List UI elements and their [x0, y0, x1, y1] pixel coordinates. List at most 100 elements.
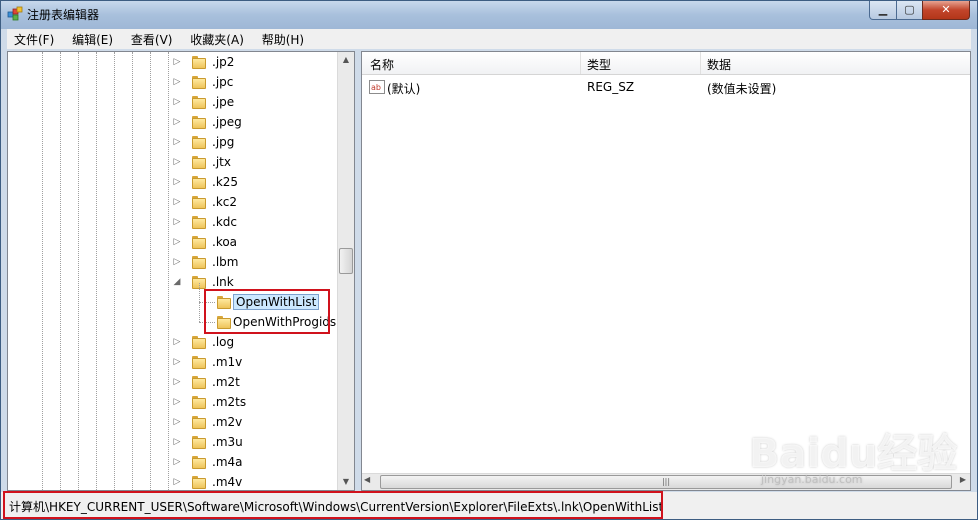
tree-item-label: .m4a	[212, 455, 243, 469]
tree-item[interactable]: ▷ .m2v	[8, 413, 342, 433]
folder-icon	[192, 216, 206, 229]
tree-item-label: .jpeg	[212, 115, 242, 129]
expand-arrow-icon[interactable]: ▷	[172, 77, 182, 87]
tree-item[interactable]: ▷ .jpe	[8, 93, 342, 113]
tree-scroll-thumb[interactable]	[339, 248, 353, 274]
tree-item[interactable]: ▷ .lbm	[8, 253, 342, 273]
tree-item[interactable]: ▷ .m4v	[8, 473, 342, 490]
expand-arrow-icon[interactable]: ▷	[172, 157, 182, 167]
tree-item[interactable]: ▷ .k25	[8, 173, 342, 193]
tree-item[interactable]: ▷ .log	[8, 333, 342, 353]
watermark: Baidu经验 jingyan.baidu.com	[749, 421, 957, 486]
expand-arrow-icon[interactable]: ▷	[172, 217, 182, 227]
string-value-icon-glyph: ab	[371, 83, 381, 92]
highlight-box-subkeys	[204, 289, 330, 334]
tree-item-label: .jpc	[212, 75, 234, 89]
folder-icon	[192, 396, 206, 409]
folder-icon	[192, 136, 206, 149]
title-bar[interactable]: 注册表编辑器 ▁ ▢ ✕	[1, 1, 977, 29]
expand-arrow-icon[interactable]: ▷	[172, 457, 182, 467]
expand-arrow-icon[interactable]: ▷	[172, 417, 182, 427]
tree-item[interactable]: ▷ .koa	[8, 233, 342, 253]
maximize-button[interactable]: ▢	[896, 1, 923, 20]
folder-icon	[192, 56, 206, 69]
tree-item-label: .kc2	[212, 195, 237, 209]
column-divider[interactable]	[580, 52, 581, 74]
folder-icon	[192, 176, 206, 189]
tree-vertical-scrollbar[interactable]: ▲ ▼	[337, 52, 354, 490]
watermark-brand: Baidu经验	[749, 431, 958, 477]
tree-item[interactable]: ▷ .m3u	[8, 433, 342, 453]
folder-icon	[192, 256, 206, 269]
folder-icon	[192, 196, 206, 209]
folder-icon	[192, 416, 206, 429]
menu-bar: 文件(F) 编辑(E) 查看(V) 收藏夹(A) 帮助(H)	[7, 29, 971, 49]
tree-item[interactable]: ▷ .kc2	[8, 193, 342, 213]
expand-arrow-icon[interactable]: ▷	[172, 397, 182, 407]
collapse-arrow-icon[interactable]: ◢	[172, 277, 182, 287]
key-tree-pane[interactable]: ▷ .jp2 ▷ .jpc ▷ .jpe ▷ .jpeg ▷ .jpg ▷ .jtx ▷ .k25 ▷ .kc…	[7, 51, 355, 491]
expand-arrow-icon[interactable]: ▷	[172, 257, 182, 267]
close-button[interactable]: ✕	[922, 1, 970, 20]
regedit-app-icon	[7, 6, 23, 21]
scroll-down-icon[interactable]: ▼	[338, 474, 354, 490]
expand-arrow-icon[interactable]: ▷	[172, 137, 182, 147]
menu-edit[interactable]: 编辑(E)	[65, 29, 120, 49]
expand-arrow-icon[interactable]: ▷	[172, 177, 182, 187]
tree-item-label: .m3u	[212, 435, 243, 449]
expand-arrow-icon[interactable]: ▷	[172, 477, 182, 487]
column-data-header[interactable]: 数据	[707, 56, 731, 73]
column-name-header[interactable]: 名称	[370, 56, 394, 73]
tree-item-label: .m2ts	[212, 395, 247, 409]
tree-connector	[199, 283, 200, 302]
tree-item[interactable]: ▷ .jpc	[8, 73, 342, 93]
folder-icon	[192, 456, 206, 469]
folder-icon	[192, 476, 206, 489]
tree-item[interactable]: ▷ .m1v	[8, 353, 342, 373]
column-type-header[interactable]: 类型	[587, 56, 611, 73]
tree-item[interactable]: ▷ .m2ts	[8, 393, 342, 413]
tree-item-label: .lbm	[212, 255, 239, 269]
scroll-right-icon[interactable]: ▶	[960, 475, 966, 484]
expand-arrow-icon[interactable]: ▷	[172, 57, 182, 67]
folder-icon	[192, 96, 206, 109]
folder-icon	[192, 436, 206, 449]
expand-arrow-icon[interactable]: ▷	[172, 437, 182, 447]
expand-arrow-icon[interactable]: ▷	[172, 97, 182, 107]
tree-item[interactable]: ▷ .jp2	[8, 53, 342, 73]
tree-item-label: .jp2	[212, 55, 235, 69]
close-icon: ✕	[941, 3, 951, 16]
regedit-window: 注册表编辑器 ▁ ▢ ✕ 文件(F) 编辑(E) 查看(V) 收藏夹(A) 帮助…	[0, 0, 978, 520]
expand-arrow-icon[interactable]: ▷	[172, 197, 182, 207]
expand-arrow-icon[interactable]: ▷	[172, 337, 182, 347]
tree-item[interactable]: ▷ .jtx	[8, 153, 342, 173]
menu-help[interactable]: 帮助(H)	[255, 29, 311, 49]
tree-item-label: .log	[212, 335, 235, 349]
highlight-box-path	[3, 491, 663, 519]
tree-item-label: .m4v	[212, 475, 243, 489]
tree-item-label: .m2t	[212, 375, 240, 389]
expand-arrow-icon[interactable]: ▷	[172, 377, 182, 387]
tree-item[interactable]: ▷ .m2t	[8, 373, 342, 393]
tree-item-label: .lnk	[212, 275, 234, 289]
tree-item-label: .jtx	[212, 155, 231, 169]
menu-favorites[interactable]: 收藏夹(A)	[183, 29, 251, 49]
expand-arrow-icon[interactable]: ▷	[172, 357, 182, 367]
menu-view[interactable]: 查看(V)	[124, 29, 180, 49]
tree-item-label: .koa	[212, 235, 238, 249]
tree-item[interactable]: ▷ .jpeg	[8, 113, 342, 133]
value-row-default[interactable]: ab (默认) REG_SZ (数值未设置)	[362, 78, 962, 96]
column-divider[interactable]	[700, 52, 701, 74]
minimize-button[interactable]: ▁	[869, 1, 897, 20]
menu-file[interactable]: 文件(F)	[7, 29, 61, 49]
expand-arrow-icon[interactable]: ▷	[172, 237, 182, 247]
tree-item[interactable]: ▷ .m4a	[8, 453, 342, 473]
tree-item-label: .jpg	[212, 135, 235, 149]
expand-arrow-icon[interactable]: ▷	[172, 117, 182, 127]
tree-item-label: .jpe	[212, 95, 235, 109]
tree-item[interactable]: ▷ .kdc	[8, 213, 342, 233]
scroll-left-icon[interactable]: ◀	[364, 475, 370, 484]
folder-icon	[192, 156, 206, 169]
scroll-up-icon[interactable]: ▲	[338, 52, 354, 68]
tree-item[interactable]: ▷ .jpg	[8, 133, 342, 153]
